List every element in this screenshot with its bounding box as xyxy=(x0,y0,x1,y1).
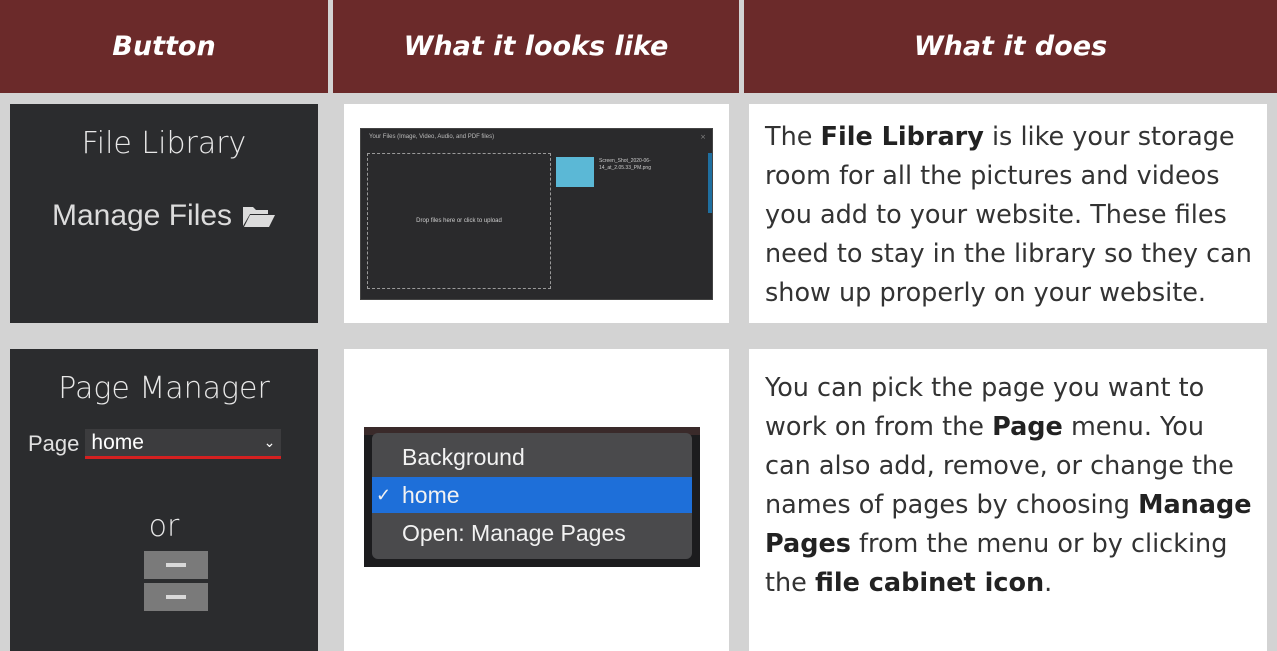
manage-files-label: Manage Files xyxy=(51,199,233,232)
folder-open-icon xyxy=(243,207,276,227)
file-cabinet-drawer-bottom[interactable] xyxy=(144,583,208,611)
page-select[interactable]: home ⌄ xyxy=(85,429,282,459)
header-looks-like: What it looks like xyxy=(333,0,739,93)
help-table: Button What it looks like What it does F… xyxy=(0,0,1277,651)
drawer-handle-top xyxy=(166,563,186,567)
file-library-preview-cell: Your Files (Image, Video, Audio, and PDF… xyxy=(344,104,729,323)
header-what-it-does: What it does xyxy=(744,0,1277,93)
scroll-accent xyxy=(708,153,712,213)
manage-files-button[interactable]: Manage Files xyxy=(10,199,318,233)
file-library-button-panel: File Library Manage Files xyxy=(10,104,318,323)
menu-item-background[interactable]: Background xyxy=(372,439,692,475)
file-thumbnail xyxy=(556,157,594,187)
drop-zone: Drop files here or click to upload xyxy=(367,153,551,289)
file-name: Screen_Shot_2020-06-14_at_2.05.33_PM.png xyxy=(599,158,651,171)
drawer-handle-bottom xyxy=(166,595,186,599)
check-icon: ✓ xyxy=(376,484,392,505)
menu-item-home[interactable]: ✓ home xyxy=(372,477,692,513)
page-menu-screenshot: Background ✓ home Open: Manage Pages xyxy=(364,427,700,567)
file-library-description-cell: The File Library is like your storage ro… xyxy=(749,104,1267,323)
file-library-description: The File Library is like your storage ro… xyxy=(765,122,1252,308)
file-cabinet-icon[interactable] xyxy=(144,551,208,579)
menu-item-manage-pages[interactable]: Open: Manage Pages xyxy=(372,515,692,551)
page-select-value: home xyxy=(91,430,144,454)
page-manager-description: You can pick the page you want to work o… xyxy=(765,373,1252,598)
page-manager-button-panel: Page Manager Page home ⌄ or xyxy=(10,349,318,651)
chevron-down-icon: ⌄ xyxy=(263,434,276,450)
or-label: or xyxy=(148,509,180,544)
page-select-row: Page home ⌄ xyxy=(28,429,282,459)
menu-item-home-label: home xyxy=(402,481,460,508)
page-manager-title: Page Manager xyxy=(58,371,270,406)
page-label: Page xyxy=(28,431,80,456)
page-menu-preview-cell: Background ✓ home Open: Manage Pages xyxy=(344,349,729,651)
close-icon: × xyxy=(700,133,706,141)
page-dropdown-menu: Background ✓ home Open: Manage Pages xyxy=(372,433,692,559)
page-manager-description-cell: You can pick the page you want to work o… xyxy=(749,349,1267,651)
file-library-dialog-screenshot: Your Files (Image, Video, Audio, and PDF… xyxy=(360,128,713,300)
header-button: Button xyxy=(0,0,328,93)
dialog-title: Your Files (Image, Video, Audio, and PDF… xyxy=(369,134,495,140)
file-library-title: File Library xyxy=(81,126,247,161)
